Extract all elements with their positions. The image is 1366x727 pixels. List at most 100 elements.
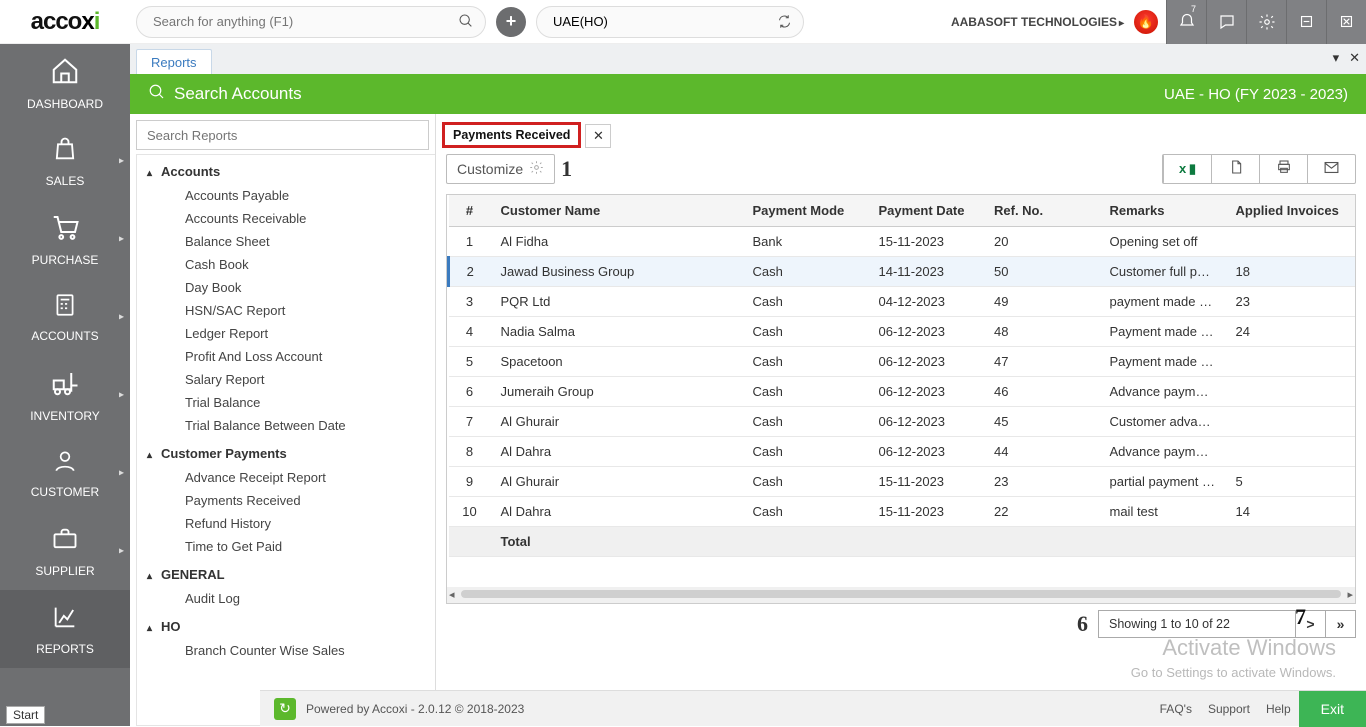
tree-item[interactable]: Payments Received xyxy=(185,489,435,512)
tree-item[interactable]: Accounts Payable xyxy=(185,184,435,207)
search-accounts-bar[interactable]: Search Accounts UAE - HO (FY 2023 - 2023… xyxy=(130,74,1366,114)
table-header[interactable]: Payment Date xyxy=(869,195,985,227)
table-cell: 14-11-2023 xyxy=(869,257,985,287)
tree-item[interactable]: Profit And Loss Account xyxy=(185,345,435,368)
table-row[interactable]: 9Al GhurairCash15-11-202323partial payme… xyxy=(449,467,1356,497)
start-tooltip: Start xyxy=(6,706,45,724)
table-cell xyxy=(743,527,869,557)
minimize-icon[interactable] xyxy=(1286,0,1326,44)
module-tab-reports[interactable]: Reports xyxy=(136,49,212,74)
chat-icon[interactable] xyxy=(1206,0,1246,44)
tree-item[interactable]: Audit Log xyxy=(185,587,435,610)
tree-group-header[interactable]: ▴GENERAL xyxy=(147,564,435,585)
search-icon[interactable] xyxy=(458,13,474,32)
print-button[interactable] xyxy=(1259,155,1307,183)
tree-item[interactable]: Day Book xyxy=(185,276,435,299)
table-row[interactable]: 10Al DahraCash15-11-202322mail test14 xyxy=(449,497,1356,527)
tree-item[interactable]: Trial Balance Between Date xyxy=(185,414,435,437)
nav-inventory[interactable]: INVENTORY ▸ xyxy=(0,356,130,434)
footer-help[interactable]: Help xyxy=(1266,702,1291,716)
settings-icon[interactable] xyxy=(1246,0,1286,44)
customize-button[interactable]: Customize xyxy=(446,154,555,184)
add-button[interactable]: + xyxy=(496,7,526,37)
table-cell: 23 xyxy=(984,467,1100,497)
table-header[interactable]: Customer Name xyxy=(491,195,743,227)
table-row[interactable]: 8Al DahraCash06-12-202344Advance payment… xyxy=(449,437,1356,467)
tree-item[interactable]: Cash Book xyxy=(185,253,435,276)
nav-reports[interactable]: REPORTS xyxy=(0,590,130,668)
tree-item[interactable]: Time to Get Paid xyxy=(185,535,435,558)
tree-item[interactable]: Advance Receipt Report xyxy=(185,466,435,489)
footer-support[interactable]: Support xyxy=(1208,702,1250,716)
table-row[interactable]: 7Al GhurairCash06-12-202345Customer adva… xyxy=(449,407,1356,437)
table-cell: 14 xyxy=(1226,497,1356,527)
export-pdf-button[interactable] xyxy=(1211,155,1259,183)
table-header[interactable]: # xyxy=(449,195,491,227)
scroll-right-icon[interactable]: ▸ xyxy=(1347,588,1353,601)
footer: ↻ Powered by Accoxi - 2.0.12 © 2018-2023… xyxy=(260,690,1366,726)
close-window-icon[interactable] xyxy=(1326,0,1366,44)
tree-item[interactable]: Balance Sheet xyxy=(185,230,435,253)
table-row[interactable]: 4Nadia SalmaCash06-12-202348Payment made… xyxy=(449,317,1356,347)
table-row[interactable]: 6Jumeraih GroupCash06-12-202346Advance p… xyxy=(449,377,1356,407)
global-search-input[interactable] xyxy=(136,6,486,38)
table-cell: Cash xyxy=(743,407,869,437)
nav-accounts[interactable]: ACCOUNTS ▸ xyxy=(0,278,130,356)
fy-label: UAE - HO (FY 2023 - 2023) xyxy=(1164,86,1348,103)
notifications-icon[interactable]: 7 xyxy=(1166,0,1206,44)
tree-item[interactable]: Trial Balance xyxy=(185,391,435,414)
horizontal-scrollbar[interactable]: ◂ ▸ xyxy=(447,587,1355,603)
table-header[interactable]: Remarks xyxy=(1100,195,1226,227)
table-cell: Al Dahra xyxy=(491,437,743,467)
table-cell: 44 xyxy=(984,437,1100,467)
nav-dashboard[interactable]: DASHBOARD xyxy=(0,44,130,122)
pager-next-button[interactable]: > xyxy=(1295,611,1325,637)
doc-tab-payments-received[interactable]: Payments Received xyxy=(442,122,581,148)
scrollbar-thumb[interactable] xyxy=(461,590,1341,598)
table-header[interactable]: Ref. No. xyxy=(984,195,1100,227)
table-cell: Jawad Business Group xyxy=(491,257,743,287)
tree-item[interactable]: Branch Counter Wise Sales xyxy=(185,639,435,662)
nav-customer[interactable]: CUSTOMER ▸ xyxy=(0,434,130,512)
report-tree-scroll[interactable]: ▴AccountsAccounts PayableAccounts Receiv… xyxy=(136,154,435,726)
doc-tab-close-button[interactable]: ✕ xyxy=(585,124,611,148)
sync-icon[interactable] xyxy=(777,14,792,32)
hot-icon[interactable]: 🔥 xyxy=(1134,10,1158,34)
table-cell: 5 xyxy=(449,347,491,377)
exit-button[interactable]: Exit xyxy=(1299,691,1366,727)
table-cell: Cash xyxy=(743,497,869,527)
table-row[interactable]: 2Jawad Business GroupCash14-11-202350Cus… xyxy=(449,257,1356,287)
tree-item[interactable]: HSN/SAC Report xyxy=(185,299,435,322)
annotation-6: 6 xyxy=(1077,613,1088,635)
footer-faqs[interactable]: FAQ's xyxy=(1160,702,1192,716)
tree-group-header[interactable]: ▴Customer Payments xyxy=(147,443,435,464)
close-panel-icon[interactable]: ✕ xyxy=(1349,50,1360,66)
tree-item[interactable]: Accounts Receivable xyxy=(185,207,435,230)
tree-item[interactable]: Ledger Report xyxy=(185,322,435,345)
mail-button[interactable] xyxy=(1307,155,1355,183)
tree-item[interactable]: Salary Report xyxy=(185,368,435,391)
tree-group-header[interactable]: ▴HO xyxy=(147,616,435,637)
pager-row: 6 Showing 1 to 10 of 22 > » xyxy=(446,610,1356,638)
pager-last-button[interactable]: » xyxy=(1325,611,1355,637)
table-cell: Cash xyxy=(743,377,869,407)
table-header[interactable]: Payment Mode xyxy=(743,195,869,227)
table-cell: 06-12-2023 xyxy=(869,347,985,377)
company-name[interactable]: AABASOFT TECHNOLOGIES▸ xyxy=(951,15,1124,29)
tree-group-header[interactable]: ▴Accounts xyxy=(147,161,435,182)
search-reports-input[interactable] xyxy=(136,120,429,150)
table-header[interactable]: Applied Invoices xyxy=(1226,195,1356,227)
table-row[interactable]: 5SpacetoonCash06-12-202347Payment made b… xyxy=(449,347,1356,377)
nav-supplier[interactable]: SUPPLIER ▸ xyxy=(0,512,130,590)
export-excel-button[interactable]: x ▮ xyxy=(1163,155,1211,183)
table-row[interactable]: 3PQR LtdCash04-12-202349payment made by.… xyxy=(449,287,1356,317)
table-cell: 48 xyxy=(984,317,1100,347)
nav-purchase[interactable]: PURCHASE ▸ xyxy=(0,200,130,278)
nav-sales[interactable]: SALES ▸ xyxy=(0,122,130,200)
minimize-panel-icon[interactable]: ▾ xyxy=(1333,50,1340,66)
scroll-left-icon[interactable]: ◂ xyxy=(449,588,455,601)
table-row[interactable]: 1Al FidhaBank15-11-202320Opening set off xyxy=(449,227,1356,257)
branch-input[interactable] xyxy=(536,6,804,38)
tree-item[interactable]: Refund History xyxy=(185,512,435,535)
table-cell: Opening set off xyxy=(1100,227,1226,257)
